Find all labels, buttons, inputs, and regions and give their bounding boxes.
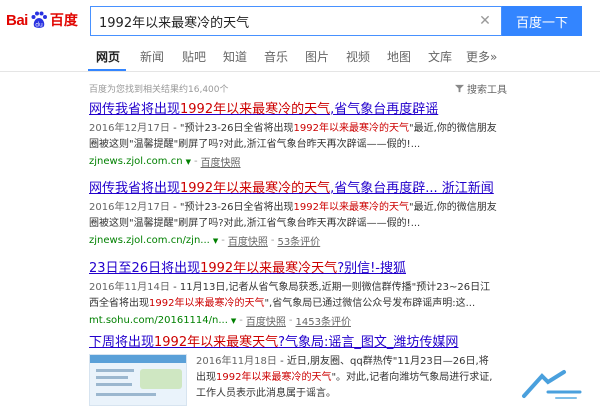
thumbnail-header bbox=[90, 355, 186, 363]
result-url: mt.sohu.com/20161114/n... bbox=[89, 315, 228, 326]
tab-images[interactable]: 图片 bbox=[305, 48, 329, 65]
result-source: zjnews.zjol.com.cn/zjn... ▼ - 百度快照 - 53条… bbox=[89, 233, 589, 248]
tab-news[interactable]: 新闻 bbox=[140, 48, 164, 65]
dropdown-arrow-icon[interactable]: ▼ bbox=[231, 317, 236, 325]
search-nav: 网页 新闻 贴吧 知道 音乐 图片 视频 地图 文库 更多» bbox=[0, 40, 600, 72]
search-result: 23日至26日将出现1992年以来最寒冷天气?别信!-搜狐 2016年11月14… bbox=[89, 260, 589, 328]
result-url: zjnews.zjol.com.cn bbox=[89, 156, 183, 167]
result-thumbnail[interactable] bbox=[89, 354, 187, 406]
dropdown-arrow-icon[interactable]: ▼ bbox=[213, 237, 218, 245]
result-title-link[interactable]: 网传我省将出现1992年以来最寒冷的天气,省气象台再度辟谣 bbox=[89, 101, 589, 118]
result-count: 百度为您找到相关结果约16,400个 bbox=[89, 85, 229, 95]
comments-link[interactable]: 53条评价 bbox=[277, 233, 320, 248]
paw-logo-icon: du bbox=[31, 11, 47, 29]
result-title-link[interactable]: 23日至26日将出现1992年以来最寒冷天气?别信!-搜狐 bbox=[89, 260, 589, 277]
snapshot-link[interactable]: 百度快照 bbox=[201, 154, 241, 169]
separator: - bbox=[239, 315, 243, 326]
comments-link[interactable]: 1453条评价 bbox=[296, 313, 351, 328]
dropdown-arrow-icon[interactable]: ▼ bbox=[186, 158, 191, 166]
thumbnail-text-line bbox=[96, 376, 128, 379]
snapshot-link[interactable]: 百度快照 bbox=[228, 233, 268, 248]
result-abstract: 2016年11月18日 - 近日,朋友圈、qq群热传"11月23日—26日,将出… bbox=[196, 356, 493, 399]
tab-zhidao[interactable]: 知道 bbox=[223, 48, 247, 65]
result-title-link[interactable]: 网传我省将出现1992年以来最寒冷的天气,省气象台再度辟... 浙江新闻 bbox=[89, 180, 589, 197]
logo-text-left: Bai bbox=[6, 11, 28, 29]
result-abstract-container: 2016年11月18日 - 近日,朋友圈、qq群热传"11月23日—26日,将出… bbox=[196, 354, 496, 402]
result-url: zjnews.zjol.com.cn/zjn... bbox=[89, 235, 210, 246]
result-title-link[interactable]: 下周将出现1992年以来最寒天气?气象局:谣言_图文_潍坊传媒网 bbox=[89, 334, 589, 351]
baidu-logo[interactable]: Bai du 百度 bbox=[6, 8, 78, 32]
separator: - bbox=[193, 156, 198, 167]
search-input[interactable] bbox=[91, 7, 471, 35]
thumbnail-text-line bbox=[96, 369, 134, 372]
result-abstract: 2016年12月17日 - "预计23-26日全省将出现1992年以来最寒冷的天… bbox=[89, 202, 497, 229]
tab-tieba[interactable]: 贴吧 bbox=[182, 48, 206, 65]
separator: - bbox=[270, 235, 275, 246]
separator: - bbox=[221, 235, 225, 246]
tab-video[interactable]: 视频 bbox=[346, 48, 370, 65]
active-tab-indicator bbox=[88, 69, 126, 71]
tab-web[interactable]: 网页 bbox=[96, 48, 120, 65]
result-abstract: 2016年11月14日 - 11月13日,记者从省气象局获悉,近期一则微信群传播… bbox=[89, 282, 491, 309]
tab-wenku[interactable]: 文库 bbox=[428, 48, 452, 65]
result-source: mt.sohu.com/20161114/n... ▼ - 百度快照 - 145… bbox=[89, 313, 589, 328]
tab-music[interactable]: 音乐 bbox=[264, 48, 288, 65]
thumbnail-text-line bbox=[96, 393, 156, 396]
search-result: 网传我省将出现1992年以来最寒冷的天气,省气象台再度辟... 浙江新闻 201… bbox=[89, 180, 589, 248]
separator: - bbox=[288, 315, 293, 326]
snapshot-link[interactable]: 百度快照 bbox=[246, 313, 286, 328]
close-icon[interactable]: ✕ bbox=[477, 13, 493, 29]
search-tools-button[interactable]: 搜索工具 bbox=[455, 81, 507, 96]
result-source: zjnews.zjol.com.cn ▼ - 百度快照 bbox=[89, 154, 589, 169]
svg-text:du: du bbox=[35, 22, 43, 29]
search-tools-label: 搜索工具 bbox=[467, 85, 507, 96]
thumbnail-chat-bubble bbox=[140, 369, 182, 389]
search-button[interactable]: 百度一下 bbox=[502, 6, 582, 36]
filter-icon bbox=[455, 84, 464, 93]
thumbnail-text-line bbox=[96, 383, 132, 386]
result-abstract: 2016年12月17日 - "预计23-26日全省将出现1992年以来最寒冷的天… bbox=[89, 123, 497, 150]
tab-map[interactable]: 地图 bbox=[387, 48, 411, 65]
tab-more[interactable]: 更多» bbox=[466, 48, 497, 65]
search-result: 下周将出现1992年以来最寒天气?气象局:谣言_图文_潍坊传媒网 bbox=[89, 334, 589, 351]
search-result: 网传我省将出现1992年以来最寒冷的天气,省气象台再度辟谣 2016年12月17… bbox=[89, 101, 589, 169]
logo-text-right: 百度 bbox=[49, 13, 78, 29]
header: Bai du 百度 ✕ 百度一下 bbox=[0, 0, 600, 40]
search-box: ✕ bbox=[90, 6, 502, 36]
watermark-logo-icon bbox=[522, 370, 582, 399]
